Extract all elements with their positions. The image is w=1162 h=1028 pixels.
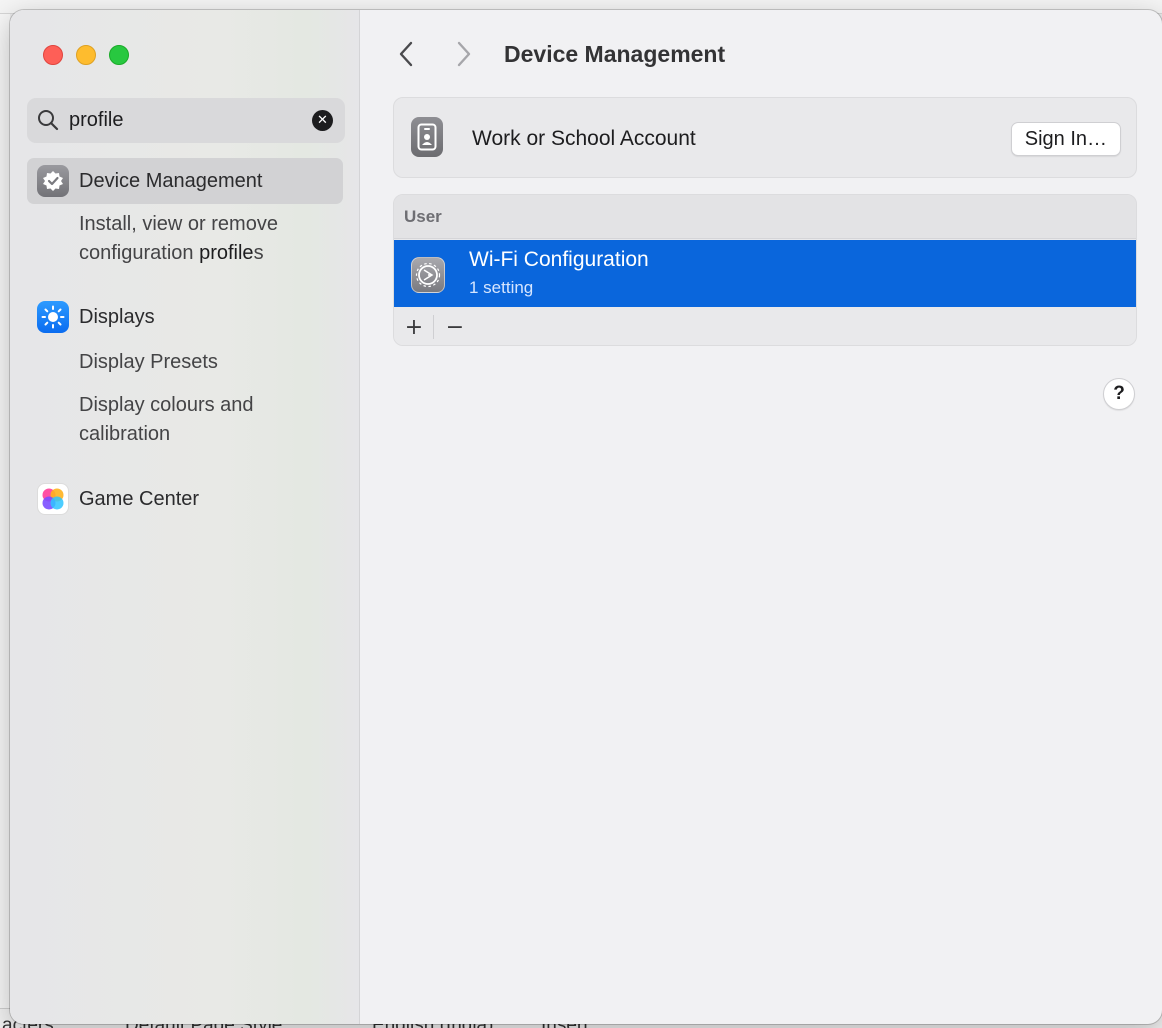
sidebar-item-label: Game Center (79, 487, 200, 510)
profile-name: Wi-Fi Configuration (469, 248, 649, 271)
page-title: Device Management (504, 41, 726, 67)
background-app-edge (0, 14, 10, 1008)
sidebar-item-label: Displays (79, 305, 155, 328)
settings-gear-icon (411, 257, 445, 293)
help-button[interactable]: ? (1103, 378, 1135, 410)
sidebar-item-displays[interactable]: Displays (27, 294, 343, 340)
game-center-icon (37, 483, 69, 515)
sidebar-subitem-display-presets[interactable]: Display Presets (79, 348, 339, 377)
settings-window: ✕ Device Management Install, view or rem… (10, 10, 1162, 1024)
clear-icon[interactable]: ✕ (312, 110, 333, 131)
sidebar-item-device-management[interactable]: Device Management (27, 158, 343, 204)
sidebar-subitem-configuration-profiles[interactable]: Install, view or remove configuration pr… (79, 210, 339, 268)
zoom-window-button[interactable] (109, 45, 129, 65)
content-pane: Device Management Work or School Account… (361, 10, 1162, 1024)
toolbar-divider (433, 315, 434, 339)
id-badge-icon (411, 117, 443, 157)
sub-text-suffix: s (253, 242, 264, 264)
sign-in-button[interactable]: Sign In… (1010, 122, 1121, 156)
profiles-toolbar: + − (394, 307, 1136, 345)
sidebar-subitem-display-colours[interactable]: Display colours and calibration (79, 391, 339, 449)
profile-row-wifi-configuration[interactable]: Wi-Fi Configuration 1 setting (394, 240, 1136, 307)
search-field[interactable]: ✕ (27, 98, 345, 143)
device-management-icon (37, 165, 69, 197)
add-profile-button[interactable]: + (396, 311, 432, 343)
minimize-window-button[interactable] (76, 45, 96, 65)
profile-detail: 1 setting (469, 278, 534, 297)
chevron-left-icon[interactable] (397, 40, 415, 73)
section-label: User (404, 207, 442, 226)
search-input[interactable] (69, 106, 299, 134)
work-school-account-card: Work or School Account Sign In… (393, 97, 1137, 178)
profiles-section-header: User (394, 195, 1136, 239)
displays-icon (37, 301, 69, 333)
close-window-button[interactable] (43, 45, 63, 65)
search-match-highlight: profile (199, 242, 254, 264)
sidebar-item-game-center[interactable]: Game Center (27, 476, 343, 522)
remove-profile-button[interactable]: − (437, 311, 473, 343)
chevron-right-icon[interactable] (455, 40, 473, 73)
profiles-list: User Wi-Fi Configuration 1 setting + − (393, 194, 1137, 346)
sidebar: ✕ Device Management Install, view or rem… (10, 10, 360, 1024)
search-icon (37, 109, 59, 136)
account-label: Work or School Account (472, 127, 696, 150)
sidebar-item-label: Device Management (79, 169, 263, 192)
